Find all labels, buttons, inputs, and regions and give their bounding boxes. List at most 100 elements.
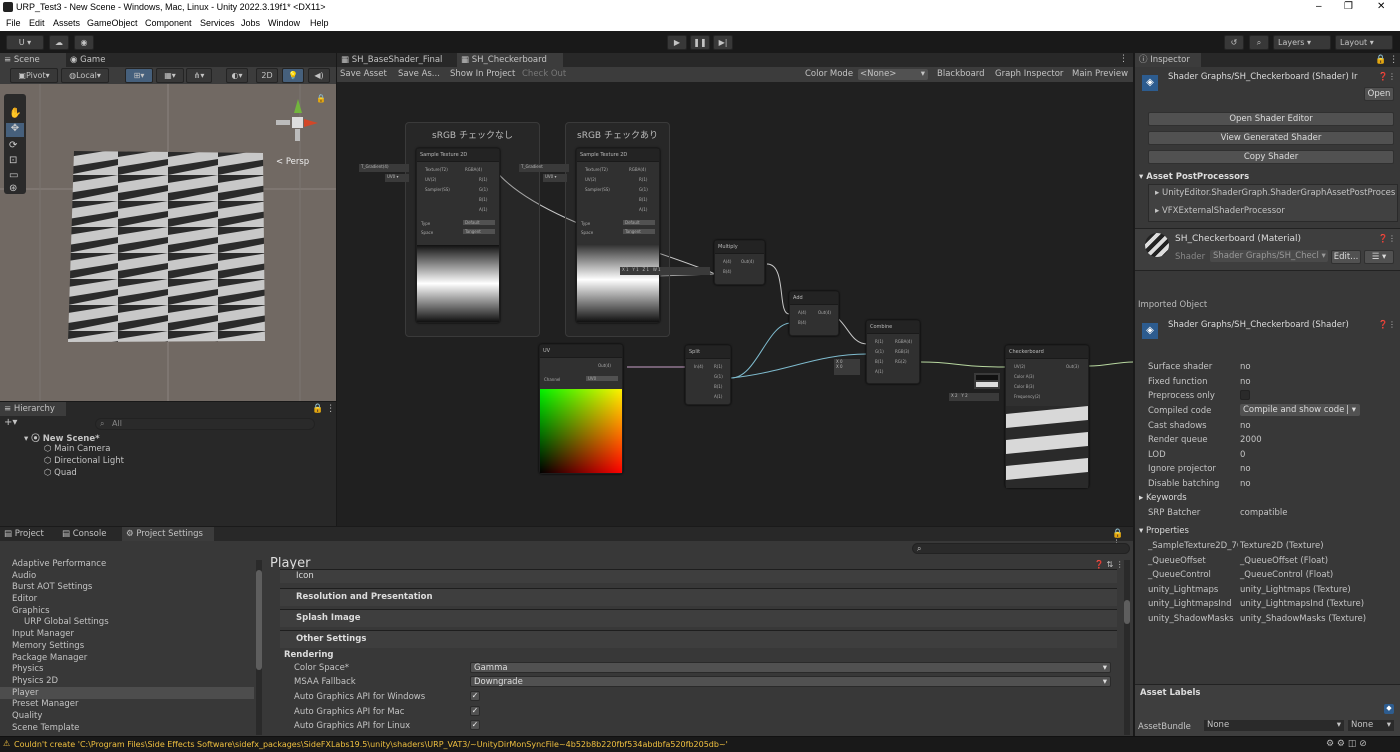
search-icon[interactable]: ⌕	[1249, 35, 1269, 50]
tab-game[interactable]: ◉ Game	[66, 53, 116, 67]
settings-item[interactable]: Memory Settings	[12, 641, 84, 651]
quad-checker-object[interactable]	[68, 149, 268, 349]
tab-inspector[interactable]: ⓘ Inspector	[1135, 53, 1201, 67]
more-menu-icon[interactable]: 🔒 ⋮	[312, 404, 335, 414]
menu-component[interactable]: Component	[145, 18, 192, 28]
hierarchy-item-directional-light[interactable]: ⬡ Directional Light	[44, 456, 124, 466]
play-button[interactable]: ▶	[667, 35, 687, 50]
tab-project-settings[interactable]: ⚙ Project Settings	[122, 527, 214, 541]
settings-item[interactable]: Input Manager	[12, 629, 74, 639]
status-icons[interactable]: ⚙ ⚙ ◫ ⊘	[1326, 739, 1367, 749]
copy-shader-button[interactable]: Copy Shader	[1148, 150, 1394, 164]
color-mode-dropdown[interactable]: <None> ▾	[858, 69, 928, 80]
node-split[interactable]: Split In(4) R(1) G(1) B(1) A(1)	[685, 345, 731, 405]
menu-file[interactable]: File	[6, 18, 21, 28]
combine-inputs[interactable]: X 0X 0	[834, 359, 860, 375]
grid-toggle-button[interactable]: ▦▾	[156, 68, 184, 83]
hierarchy-item-quad[interactable]: ⬡ Quad	[44, 468, 77, 478]
lock-icon[interactable]: 🔒	[316, 94, 326, 103]
multiply-b-input[interactable]: X 1 Y 1 Z 1 W 1	[620, 267, 710, 275]
history-icon[interactable]: ↺	[1224, 35, 1244, 50]
help-icon[interactable]: ❓⋮	[1378, 320, 1396, 329]
texture-input-1[interactable]: T_Gradient(4)	[359, 164, 409, 172]
menu-gameobject[interactable]: GameObject	[87, 18, 138, 28]
space-dropdown[interactable]: Tangent	[463, 229, 495, 234]
settings-item[interactable]: Quality	[12, 711, 42, 721]
channel-dropdown[interactable]: UV0	[586, 376, 618, 381]
assetbundle-dropdown[interactable]: None ▾	[1204, 720, 1344, 731]
settings-item[interactable]: URP Global Settings	[24, 617, 109, 627]
help-icon[interactable]: ❓⋮	[1378, 72, 1396, 81]
menu-assets[interactable]: Assets	[53, 18, 80, 28]
hierarchy-search[interactable]: ⌕ All	[95, 418, 315, 430]
assetbundle-variant-dropdown[interactable]: None ▾	[1348, 720, 1394, 731]
local-dropdown[interactable]: ◍Local▾	[61, 68, 109, 83]
preprocess-checkbox[interactable]	[1240, 390, 1250, 400]
check-out-button[interactable]: Check Out	[522, 67, 566, 82]
msaa-fallback-dropdown[interactable]: Downgrade ▾	[470, 676, 1111, 687]
cloud-icon[interactable]: ☁	[49, 35, 69, 50]
type-dropdown[interactable]: Default	[623, 220, 655, 225]
lighting-button[interactable]: 💡	[282, 68, 304, 83]
audio-button[interactable]: ◀)	[308, 68, 330, 83]
maximize-button[interactable]: ❐	[1344, 1, 1353, 12]
account-button[interactable]: U ▾	[6, 35, 44, 50]
open-button[interactable]: Open	[1364, 87, 1394, 101]
main-preview-toggle[interactable]: Main Preview	[1072, 67, 1128, 82]
settings-list-scrollbar[interactable]	[256, 560, 262, 735]
pause-button[interactable]: ❚❚	[690, 35, 710, 50]
foldout-other-settings[interactable]: Other Settings	[280, 630, 1117, 648]
menu-help[interactable]: Help	[310, 18, 329, 28]
graph-inspector-toggle[interactable]: Graph Inspector	[995, 67, 1063, 82]
settings-item[interactable]: Scene Template	[12, 723, 79, 733]
menu-services[interactable]: Services	[200, 18, 235, 28]
hand-tool-icon[interactable]: ✋	[9, 108, 21, 119]
settings-item[interactable]: Editor	[12, 594, 37, 604]
material-shader-dropdown[interactable]: Shader Graphs/SH_Checl ▾	[1210, 250, 1328, 262]
settings-search[interactable]: ⌕	[912, 543, 1130, 554]
rect-tool-icon[interactable]: ▭	[9, 170, 18, 181]
tab-console[interactable]: ▤ Console	[58, 527, 120, 541]
grid-snap-button[interactable]: ⊞▾	[125, 68, 153, 83]
persp-label[interactable]: < Persp	[276, 157, 309, 167]
help-icon[interactable]: ❓⋮	[1378, 234, 1396, 243]
save-asset-button[interactable]: Save Asset	[340, 67, 387, 82]
type-dropdown[interactable]: Default	[463, 220, 495, 225]
auto-api-mac-checkbox[interactable]: ✓	[470, 706, 480, 716]
settings-item-player[interactable]: Player	[12, 688, 38, 698]
postprocessor-item[interactable]: ▸ UnityEditor.ShaderGraph.ShaderGraphAss…	[1155, 188, 1395, 198]
settings-item[interactable]: Preset Manager	[12, 699, 78, 709]
scene-gizmo-icon[interactable]	[276, 99, 320, 143]
checker-color-inputs[interactable]	[974, 373, 1000, 389]
foldout-resolution[interactable]: Resolution and Presentation	[280, 588, 1117, 606]
layout-dropdown[interactable]: Layout ▾	[1335, 35, 1393, 50]
move-tool-icon[interactable]: ✥	[6, 123, 24, 137]
texture-input-2[interactable]: T_Gradient	[519, 164, 569, 172]
player-scrollbar[interactable]	[1124, 560, 1130, 735]
settings-item[interactable]: Adaptive Performance	[12, 559, 106, 569]
menu-window[interactable]: Window	[268, 18, 300, 28]
checker-frequency-input[interactable]: X 2 Y 2	[949, 393, 999, 401]
hierarchy-scene-row[interactable]: ▾ ⦿ New Scene*	[24, 432, 100, 444]
asset-postprocessors-foldout[interactable]: ▾ Asset PostProcessors	[1139, 172, 1249, 182]
increment-snap-button[interactable]: ⋔▾	[186, 68, 212, 83]
label-tag-icon[interactable]: ◆	[1384, 704, 1394, 714]
open-shader-editor-button[interactable]: Open Shader Editor	[1148, 112, 1394, 126]
step-button[interactable]: ▶|	[713, 35, 733, 50]
compile-show-code-dropdown[interactable]: Compile and show code | ▾	[1240, 404, 1360, 416]
blackboard-toggle[interactable]: Blackboard	[937, 67, 985, 82]
auto-api-linux-checkbox[interactable]: ✓	[470, 720, 480, 730]
settings-item[interactable]: Graphics	[12, 606, 50, 616]
close-button[interactable]: ✕	[1377, 1, 1385, 12]
settings-item[interactable]: Burst AOT Settings	[12, 582, 92, 592]
node-sample-texture-2[interactable]: Sample Texture 2D Texture(T2) RGBA(4) UV(…	[576, 148, 660, 323]
shading-dropdown[interactable]: ◐▾	[226, 68, 248, 83]
hierarchy-item-main-camera[interactable]: ⬡ Main Camera	[44, 444, 110, 454]
layers-dropdown[interactable]: Layers ▾	[1273, 35, 1331, 50]
add-button[interactable]: +▾	[4, 417, 17, 428]
postprocessor-item[interactable]: ▸ VFXExternalShaderProcessor	[1155, 206, 1285, 216]
settings-item[interactable]: Physics 2D	[12, 676, 58, 686]
transform-tool-icon[interactable]: ⊛	[9, 183, 17, 194]
list-menu-button[interactable]: ☰ ▾	[1364, 250, 1394, 264]
settings-item[interactable]: Audio	[12, 571, 36, 581]
